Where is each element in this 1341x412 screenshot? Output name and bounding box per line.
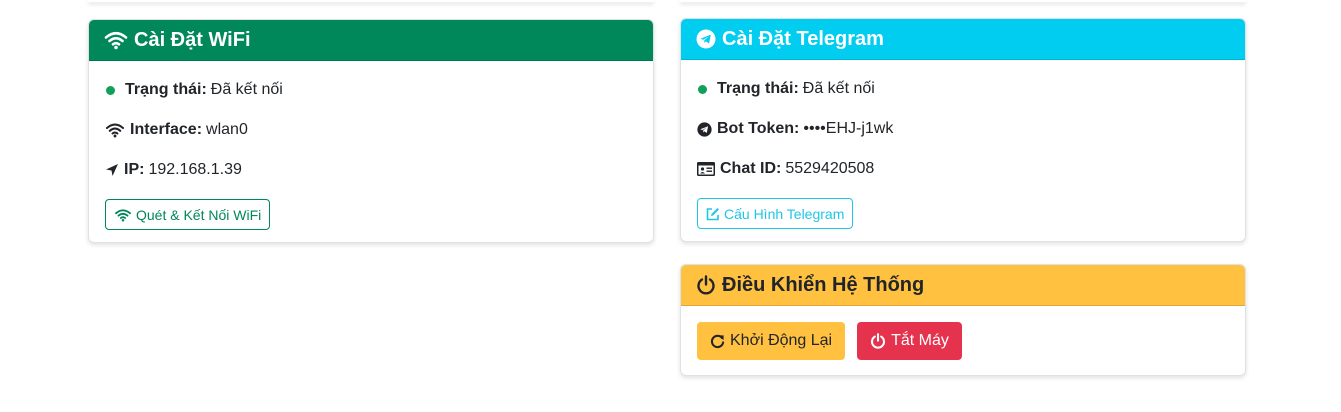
restart-button[interactable]: Khởi Động Lại	[697, 322, 846, 360]
configure-telegram-button-label: Cấu Hình Telegram	[724, 205, 845, 222]
wifi-interface-value: wlan0	[206, 121, 248, 138]
telegram-icon	[696, 29, 716, 49]
shutdown-button-label: Tắt Máy	[891, 332, 949, 349]
wifi-ip-row: IP: 192.168.1.39	[105, 159, 637, 181]
wifi-status-value: Đã kết nối	[210, 81, 283, 98]
power-icon	[871, 333, 886, 349]
wifi-card-header: Cài Đặt WiFi	[89, 20, 653, 61]
scan-wifi-button[interactable]: Quét & Kết Nối WiFi	[105, 199, 271, 230]
shutdown-button[interactable]: Tắt Máy	[857, 322, 962, 360]
refresh-icon	[710, 334, 725, 348]
telegram-status-row: Trạng thái: Đã kết nối	[697, 78, 1229, 100]
card-above-right-edge	[680, 0, 1246, 2]
telegram-token-label: Bot Token:	[717, 120, 800, 137]
telegram-status-value: Đã kết nối	[802, 80, 875, 97]
wifi-ip-value: 192.168.1.39	[148, 161, 242, 178]
system-card-title: Điều Khiển Hệ Thống	[722, 273, 925, 296]
id-card-icon	[697, 162, 715, 176]
restart-button-label: Khởi Động Lại	[730, 332, 833, 349]
telegram-card-title: Cài Đặt Telegram	[722, 27, 884, 50]
status-dot-icon	[106, 85, 115, 95]
power-icon	[697, 275, 715, 295]
telegram-chat-label: Chat ID:	[720, 160, 782, 177]
wifi-icon	[115, 208, 131, 222]
telegram-token-row: Bot Token: ••••EHJ-j1wk	[697, 118, 1229, 140]
edit-icon	[706, 207, 719, 220]
location-arrow-icon	[106, 164, 118, 176]
wifi-card-title: Cài Đặt WiFi	[134, 28, 251, 51]
wifi-ip-label: IP:	[124, 161, 145, 178]
wifi-interface-label: Interface:	[130, 121, 203, 138]
wifi-icon	[105, 123, 125, 138]
telegram-token-value: ••••EHJ-j1wk	[803, 120, 894, 137]
scan-wifi-button-label: Quét & Kết Nối WiFi	[136, 206, 262, 223]
telegram-chat-value: 5529420508	[785, 160, 875, 177]
telegram-card-header: Cài Đặt Telegram	[681, 19, 1245, 60]
system-card-body: Khởi Động Lại Tắt Máy	[681, 306, 1245, 375]
wifi-icon	[104, 31, 128, 50]
telegram-chat-row: Chat ID: 5529420508	[697, 158, 1229, 180]
system-control-card: Điều Khiển Hệ Thống Khởi Động Lại Tắt Má…	[680, 264, 1246, 376]
wifi-settings-card: Cài Đặt WiFi Trạng thái: Đã kết nối Inte…	[88, 19, 654, 243]
configure-telegram-button[interactable]: Cấu Hình Telegram	[697, 198, 854, 229]
telegram-status-label: Trạng thái:	[717, 80, 799, 97]
wifi-status-row: Trạng thái: Đã kết nối	[105, 79, 637, 101]
telegram-settings-card: Cài Đặt Telegram Trạng thái: Đã kết nối …	[680, 18, 1246, 242]
status-dot-icon	[698, 84, 707, 94]
telegram-card-body: Trạng thái: Đã kết nối Bot Token: ••••EH…	[681, 60, 1245, 241]
telegram-icon	[697, 121, 712, 137]
system-card-header: Điều Khiển Hệ Thống	[681, 265, 1245, 306]
wifi-status-label: Trạng thái:	[125, 81, 207, 98]
card-above-left-edge	[88, 0, 654, 2]
wifi-card-body: Trạng thái: Đã kết nối Interface: wlan0 …	[89, 61, 653, 242]
wifi-interface-row: Interface: wlan0	[105, 119, 637, 141]
